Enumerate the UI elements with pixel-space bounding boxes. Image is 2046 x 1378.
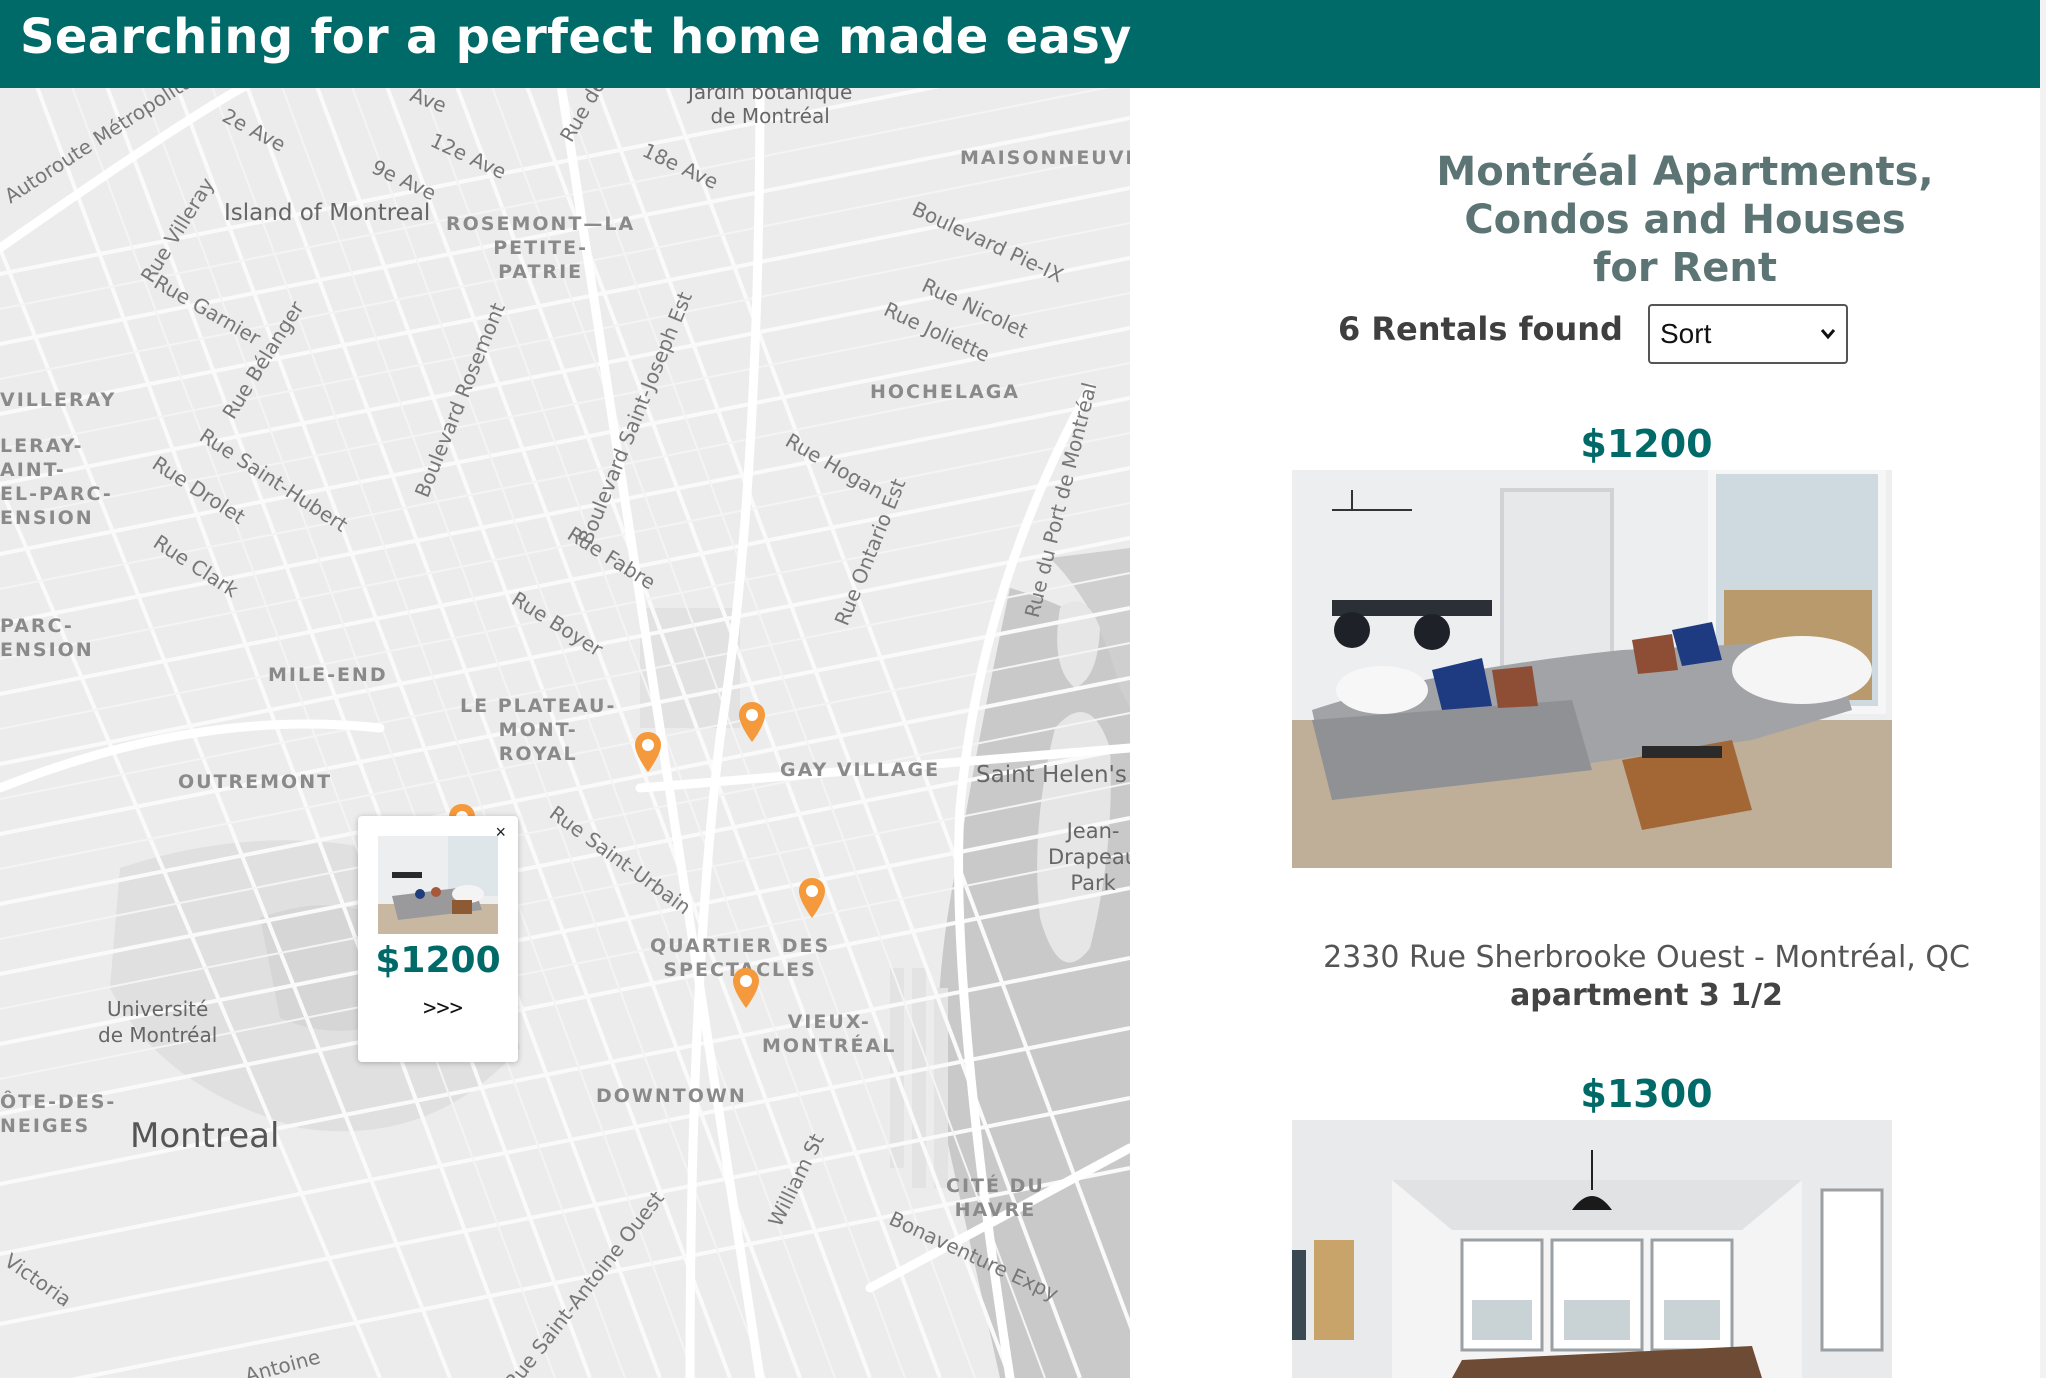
map-pin-icon[interactable] — [730, 966, 762, 1012]
map-label-parc-extension-1: LERAY- AINT- EL-PARC- ENSION — [0, 435, 113, 529]
map-popup[interactable]: × $1200 >>> — [358, 816, 518, 1062]
sort-select[interactable]: Sort — [1648, 304, 1848, 364]
map-label-villeray: VILLERAY — [0, 389, 117, 411]
map-label-cote-des-neiges: ÔTE-DES- NEIGES — [0, 1091, 117, 1137]
popup-price: $1200 — [375, 940, 501, 981]
map-label-downtown: DOWNTOWN — [596, 1085, 747, 1107]
map-label-hochelaga: HOCHELAGA — [870, 381, 1020, 403]
popup-listing-photo[interactable] — [378, 836, 498, 934]
listing-type: apartment 3 1/2 — [1510, 978, 1783, 1013]
map-place-universite: Université de Montréal — [98, 997, 218, 1047]
map-pin-icon[interactable] — [736, 700, 768, 746]
listing-address: 2330 Rue Sherbrooke Ouest - Montréal, QC — [1323, 940, 1970, 975]
sort-select-value: Sort — [1660, 318, 1712, 349]
map-label-parc-extension-2: PARC- ENSION — [0, 615, 94, 661]
scrollbar[interactable] — [2040, 0, 2046, 1378]
map-place-saint-helens: Saint Helen's — [976, 762, 1127, 788]
map-label-rosemont: ROSEMONT—LA PETITE- PATRIE — [446, 213, 636, 283]
map-label-cite-du-havre: CITÉ DU HAVRE — [946, 1175, 1045, 1221]
map[interactable]: MAISONNEUVE ROSEMONT—LA PETITE- PATRIE H… — [0, 88, 1130, 1378]
listings-heading: Montréal Apartments, Condos and Houses f… — [1436, 149, 1934, 291]
map-label-plateau: LE PLATEAU- MONT- ROYAL — [460, 695, 617, 765]
popup-more-link[interactable]: >>> — [358, 996, 528, 1021]
map-place-jean-drapeau: Jean- Drapeau Park — [1048, 819, 1130, 895]
map-pin-icon[interactable] — [796, 876, 828, 922]
page-title: Searching for a perfect home made easy — [20, 9, 1132, 65]
map-label-outremont: OUTREMONT — [178, 771, 333, 793]
map-pin-icon[interactable] — [632, 730, 664, 776]
header-bar: Searching for a perfect home made easy — [0, 0, 2040, 88]
map-label-mile-end: MILE-END — [268, 664, 388, 686]
map-label-vieux-montreal: VIEUX- MONTRÉAL — [762, 1011, 897, 1057]
map-place-island: Island of Montreal — [224, 200, 431, 226]
chevron-down-icon — [1820, 329, 1836, 340]
listing-photo[interactable] — [1292, 470, 1892, 868]
map-label-gay-village: GAY VILLAGE — [780, 759, 941, 781]
results-count: 6 Rentals found — [1338, 310, 1623, 348]
map-place-jardin-botanique: Jardin botanique de Montréal — [688, 88, 853, 128]
listing-photo[interactable] — [1292, 1120, 1892, 1378]
listing-price: $1300 — [1580, 1072, 1713, 1116]
map-city-label: Montreal — [130, 1116, 280, 1156]
map-label-maisonneuve: MAISONNEUVE — [960, 147, 1130, 169]
listing-price: $1200 — [1580, 422, 1713, 466]
listings-panel: Montréal Apartments, Condos and Houses f… — [1130, 88, 2040, 1378]
